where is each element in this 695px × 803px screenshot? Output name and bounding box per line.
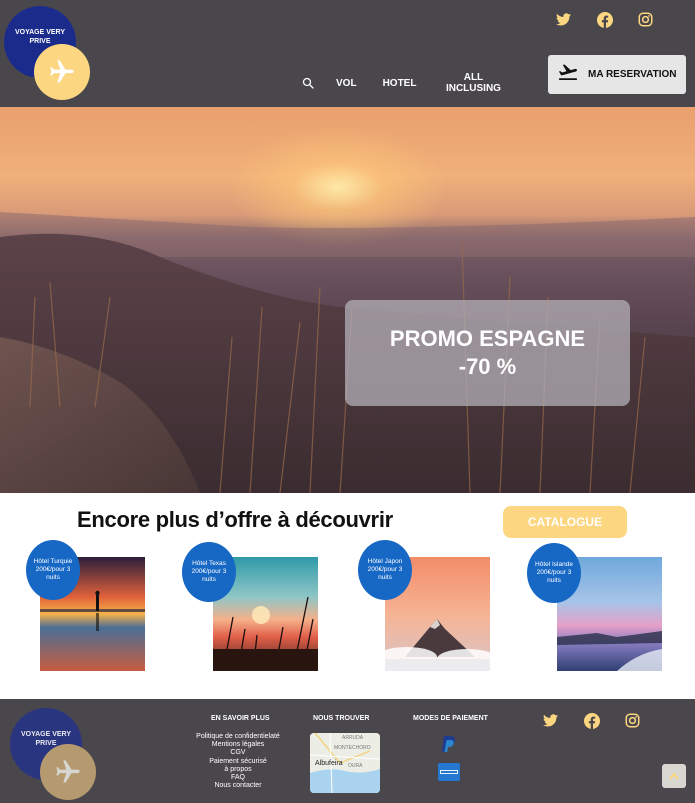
location-map[interactable]: ARRUDA MONTECHORO Albufeira OURA	[310, 733, 380, 793]
reservation-label: MA RESERVATION	[588, 69, 677, 80]
offer-badge: Hôtel Turquie 200€/pour 3 nuits	[26, 540, 80, 600]
promo-box[interactable]: PROMO ESPAGNE -70 %	[345, 300, 630, 406]
footer-links: Politique de confidentielaté Mentions lé…	[190, 733, 286, 790]
facebook-icon[interactable]	[583, 712, 600, 729]
footer-social	[542, 712, 641, 729]
nav-vol[interactable]: VOL	[336, 78, 357, 89]
plane-takeoff-icon	[557, 64, 579, 85]
footer-heading-info: EN SAVOIR PLUS	[211, 715, 270, 722]
footer-link-secure-payment[interactable]: Paiement sécurisé	[190, 758, 286, 766]
facebook-icon[interactable]	[596, 11, 613, 28]
map-label-top: ARRUDA	[342, 735, 364, 741]
chevron-up-icon	[669, 767, 679, 785]
header-social	[555, 11, 654, 28]
footer-heading-payment: MODES DE PAIEMENT	[413, 715, 488, 722]
catalogue-button[interactable]: CATALOGUE	[503, 506, 627, 538]
footer-link-contact[interactable]: Nous contacter	[190, 782, 286, 790]
airplane-icon	[40, 744, 96, 800]
main-nav: VOL HOTEL ALL INCLUSING	[300, 70, 502, 96]
map-label-right: OURA	[348, 763, 363, 769]
promo-discount: -70 %	[458, 354, 517, 379]
footer-heading-location: NOUS TROUVER	[313, 715, 370, 722]
hero-banner: PROMO ESPAGNE -70 %	[0, 107, 695, 493]
offer-badge: Hôtel Texas 200€/pour 3 nuits	[182, 542, 236, 602]
instagram-icon[interactable]	[637, 11, 654, 28]
site-logo[interactable]: VOYAGE VERY PRIVE	[4, 6, 92, 100]
nav-hotel[interactable]: HOTEL	[383, 78, 417, 89]
map-label-city: Albufeira	[315, 760, 343, 767]
scroll-top-button[interactable]	[662, 764, 686, 788]
footer-link-cgv[interactable]: CGV	[190, 749, 286, 757]
promo-title: PROMO ESPAGNE	[389, 326, 586, 351]
airplane-icon	[34, 44, 90, 100]
twitter-icon[interactable]	[542, 712, 559, 729]
amex-icon	[438, 762, 460, 782]
footer-link-faq[interactable]: FAQ	[190, 774, 286, 782]
site-header: VOYAGE VERY PRIVE VOL HOTEL ALL INCLUSIN…	[0, 0, 695, 107]
footer-link-about[interactable]: à propos	[190, 766, 286, 774]
footer-link-legal[interactable]: Mentions légales	[190, 741, 286, 749]
offers-title: Encore plus d’offre à découvrir	[77, 507, 393, 532]
search-icon[interactable]	[300, 75, 316, 91]
twitter-icon[interactable]	[555, 11, 572, 28]
footer-link-privacy[interactable]: Politique de confidentielaté	[190, 733, 286, 741]
footer-logo[interactable]: VOYAGE VERY PRIVE	[10, 708, 100, 800]
map-label-mid: MONTECHORO	[334, 745, 371, 751]
offer-badge: Hôtel Japon 200€/pour 3 nuits	[358, 540, 412, 600]
offer-badge: Hôtel Islande 200€/pour 3 nuits	[527, 543, 581, 603]
paypal-icon	[438, 736, 460, 756]
reservation-button[interactable]: MA RESERVATION	[548, 55, 686, 94]
nav-all-inclusive[interactable]: ALL INCLUSING	[444, 72, 502, 94]
instagram-icon[interactable]	[624, 712, 641, 729]
